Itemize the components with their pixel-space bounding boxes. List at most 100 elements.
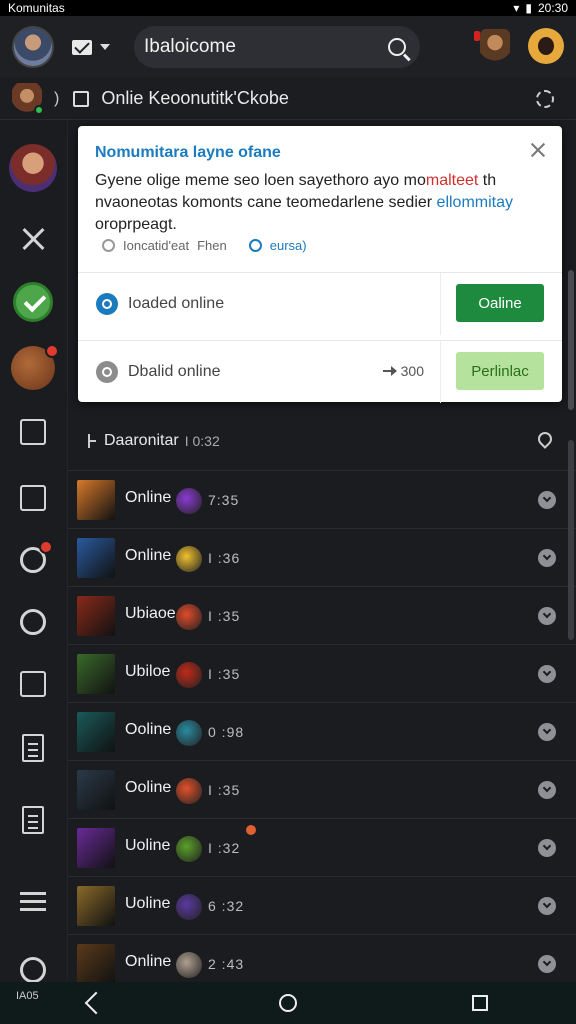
home-icon[interactable] (278, 994, 297, 1012)
status-icon (96, 360, 118, 383)
user-avatar[interactable] (12, 82, 44, 115)
game-icon (176, 604, 202, 630)
wifi-icon: ▾ (513, 1, 520, 15)
list-item[interactable]: Online 7:35 (68, 470, 576, 528)
list-item[interactable]: Ubiloe I :35 (68, 644, 576, 702)
chevron-down-icon[interactable] (538, 781, 556, 799)
notification-badge (39, 540, 53, 554)
search-icon[interactable] (388, 38, 406, 56)
sidebar-item-list[interactable] (9, 878, 57, 926)
card-meta: Ioncatid'eat Fhen eursa) (102, 238, 307, 253)
scrollbar[interactable] (568, 270, 574, 410)
system-nav-bar: IA05 (0, 982, 576, 1024)
online-list: Online 7:35 Online I :36 Ubiaoe I :35 Ubiloe I … (68, 470, 576, 992)
profile-avatar[interactable] (12, 26, 54, 68)
game-thumbnail (77, 596, 115, 636)
game-thumbnail (77, 944, 115, 984)
check-icon (13, 282, 53, 322)
card-row-online: Ioaded online Oaline (78, 272, 562, 335)
card-row-offline: Dbalid online 300 Perlinlac (78, 340, 562, 403)
item-status-label: Uoline (125, 837, 171, 854)
game-thumbnail (77, 480, 115, 520)
status-app-name: Komunitas (8, 1, 65, 15)
item-time: I :35 (208, 782, 241, 798)
card-body-highlight: malteet (425, 172, 479, 189)
notification-badge (45, 344, 59, 358)
status-bar: Komunitas ▾ ▮ 20:30 (0, 0, 576, 16)
pin-icon[interactable] (535, 429, 555, 449)
chevron-down-icon[interactable] (538, 491, 556, 509)
file-icon (22, 734, 44, 762)
list-item[interactable]: Ooline I :35 (68, 760, 576, 818)
section-time: I 0:32 (184, 433, 220, 449)
online-button[interactable]: Oaline (456, 284, 544, 322)
sub-header-title: Onlie Keoonutitk'Ckobe (101, 88, 289, 108)
sidebar-item-server[interactable] (9, 344, 59, 392)
card-body-text: oroprpeagt. (95, 216, 177, 233)
sidebar-item-file[interactable] (9, 724, 57, 772)
mail-dropdown-button[interactable] (72, 39, 110, 55)
item-status-label: Online (125, 953, 172, 970)
item-time: I :32 (208, 840, 241, 856)
sidebar-profile[interactable] (9, 144, 57, 192)
item-time: 0 :98 (208, 724, 245, 740)
meta-right[interactable]: eursa) (270, 238, 307, 253)
sidebar (0, 120, 68, 983)
search-text: Ibaloicome (144, 36, 236, 57)
item-time: 7:35 (208, 492, 240, 508)
game-icon (176, 720, 202, 746)
mascot-avatar[interactable] (528, 28, 564, 64)
pending-button[interactable]: Perlinlac (456, 352, 544, 390)
sidebar-item-link[interactable] (9, 536, 57, 584)
game-icon (176, 546, 202, 572)
chevron-down-icon[interactable] (538, 839, 556, 857)
chevron-down-icon[interactable] (538, 955, 556, 973)
status-icons: ▾ ▮ 20:30 (513, 1, 568, 15)
item-status-label: Ooline (125, 721, 172, 738)
list-item[interactable]: Ooline 0 :98 (68, 702, 576, 760)
sidebar-item-sync[interactable] (9, 598, 57, 646)
item-time: 6 :32 (208, 898, 245, 914)
game-icon (176, 778, 202, 804)
game-thumbnail (77, 886, 115, 926)
item-status-label: Online (125, 547, 172, 564)
collapse-icon[interactable]: ) (54, 90, 59, 108)
signal-icon: ▮ (525, 1, 532, 15)
edit-icon (20, 485, 46, 511)
scrollbar-track[interactable] (568, 440, 574, 640)
home-label[interactable]: IA05 (16, 990, 39, 1002)
mail-icon (72, 39, 92, 55)
close-icon[interactable] (530, 142, 546, 158)
sidebar-item-grid[interactable] (9, 408, 57, 456)
recents-icon[interactable] (472, 995, 489, 1011)
list-item[interactable]: Uoline 6 :32 (68, 876, 576, 934)
arrow-icon (382, 366, 397, 376)
game-icon (176, 488, 202, 514)
server-icon (11, 344, 59, 390)
chevron-down-icon[interactable] (538, 723, 556, 741)
chevron-down-icon[interactable] (538, 897, 556, 915)
sidebar-item-tools[interactable] (9, 214, 57, 262)
section-title: Daaronitar (104, 432, 179, 449)
chevron-down-icon[interactable] (538, 607, 556, 625)
game-thumbnail (77, 828, 115, 868)
card-body-link[interactable]: ellommitay (437, 194, 513, 211)
sidebar-item-verified[interactable] (9, 278, 57, 326)
sidebar-item-note[interactable] (9, 660, 57, 708)
list-item[interactable]: Uoline I :32 (68, 818, 576, 876)
game-icon (176, 952, 202, 978)
back-icon[interactable] (84, 991, 107, 1015)
chevron-down-icon[interactable] (538, 665, 556, 683)
item-status-label: Uoline (125, 895, 171, 912)
online-dot (34, 104, 44, 115)
list-item[interactable]: Online I :36 (68, 528, 576, 586)
list-item[interactable]: Ubiaoe I :35 (68, 586, 576, 644)
sidebar-item-edit[interactable] (9, 474, 57, 522)
sidebar-item-docs[interactable] (9, 796, 57, 844)
row-count: 300 (382, 363, 424, 379)
chevron-down-icon[interactable] (538, 549, 556, 567)
item-status-label: Ubiaoe (125, 605, 176, 622)
friend-avatar[interactable] (474, 29, 510, 63)
search-input[interactable]: Ibaloicome (134, 26, 420, 68)
gear-icon[interactable] (536, 90, 554, 108)
